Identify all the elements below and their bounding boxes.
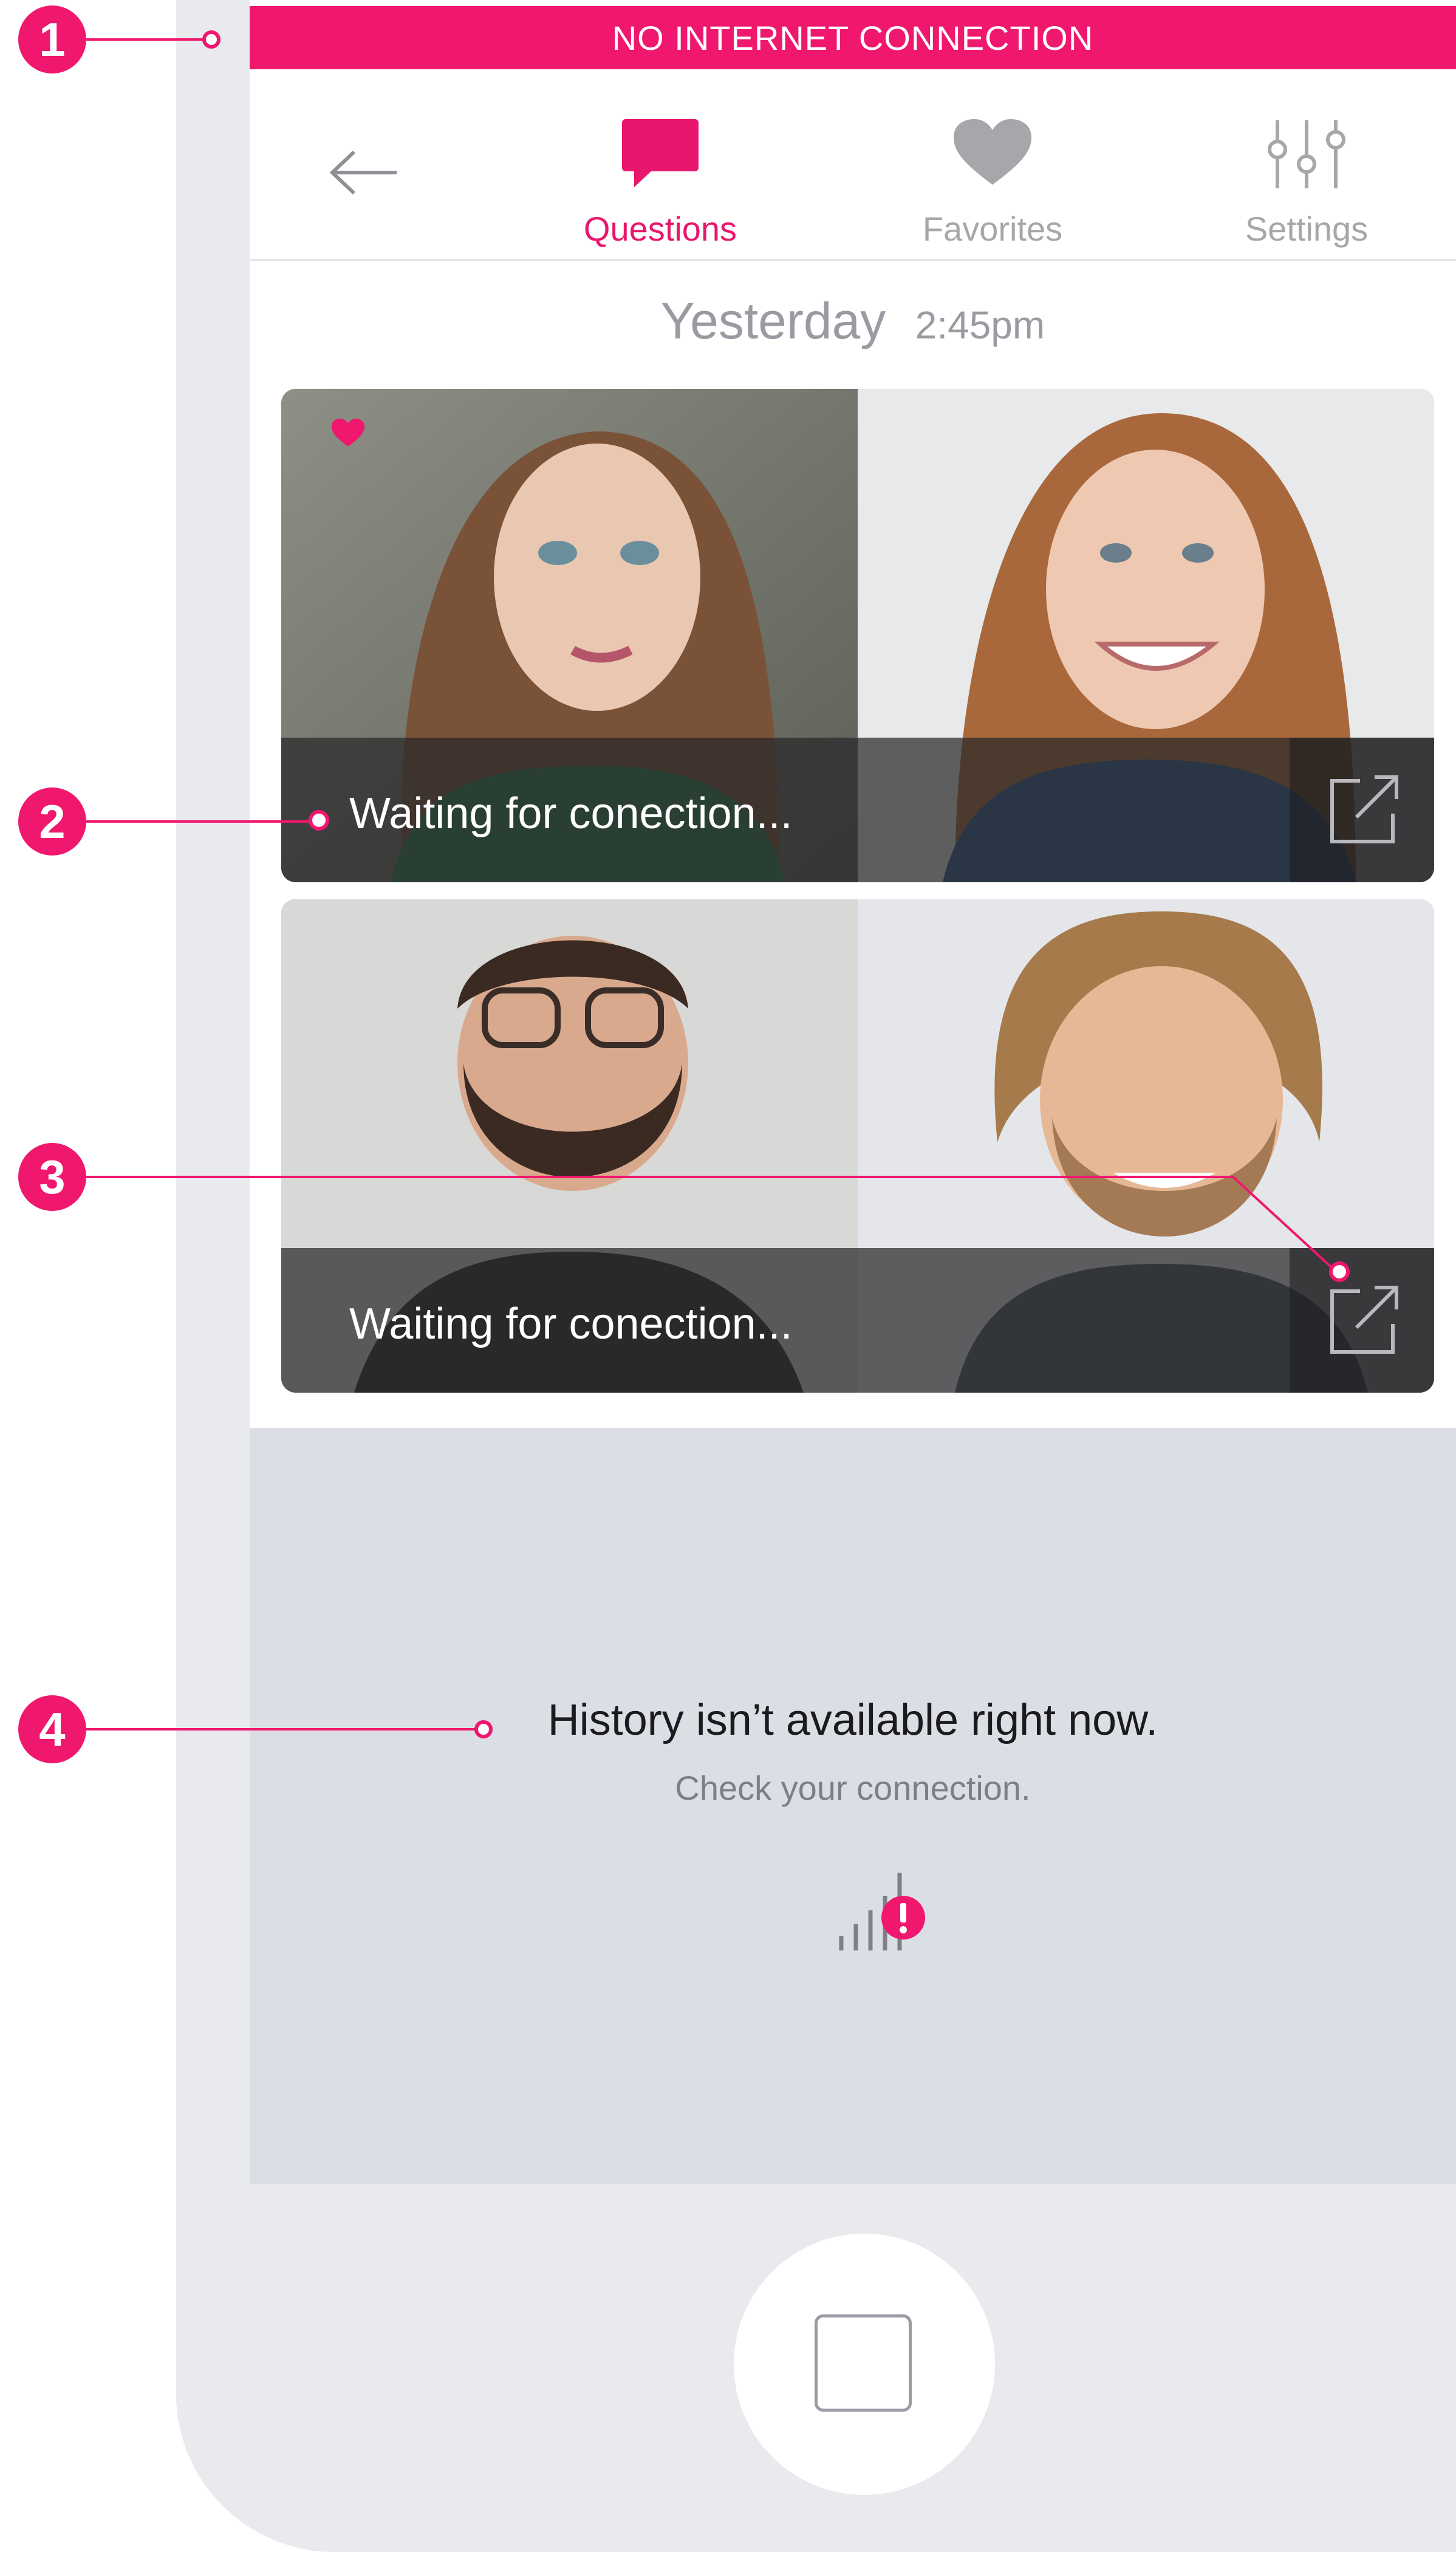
chat-bubble-icon bbox=[622, 119, 699, 187]
annotation-marker-3: 3 bbox=[18, 1143, 86, 1211]
annotation-leader-2 bbox=[86, 820, 314, 823]
external-link-icon[interactable] bbox=[1326, 1283, 1401, 1361]
connection-status: Waiting for conection... bbox=[349, 1300, 793, 1348]
favorited-heart-icon[interactable] bbox=[331, 418, 365, 450]
heart-icon bbox=[954, 119, 1031, 185]
tab-settings[interactable]: Settings bbox=[1215, 100, 1398, 248]
connection-status: Waiting for conection... bbox=[349, 789, 793, 838]
tab-questions[interactable]: Questions bbox=[569, 100, 751, 248]
annotation-dot-3 bbox=[1329, 1261, 1350, 1282]
sliders-icon bbox=[1268, 120, 1345, 188]
home-square-icon bbox=[815, 2314, 912, 2412]
date-day: Yesterday bbox=[660, 292, 886, 349]
home-button[interactable] bbox=[734, 2234, 995, 2495]
history-subtitle: Check your connection. bbox=[675, 1769, 1031, 1807]
external-link-icon[interactable] bbox=[1326, 772, 1401, 851]
annotation-leader-3 bbox=[86, 1176, 1338, 1273]
app-screen: NO INTERNET CONNECTION Questions Favorit… bbox=[250, 0, 1456, 2184]
feed-date-header: Yesterday 2:45pm bbox=[250, 292, 1456, 351]
annotation-leader-4 bbox=[86, 1728, 475, 1730]
history-title: History isn’t available right now. bbox=[547, 1696, 1158, 1744]
back-button[interactable] bbox=[327, 148, 400, 197]
arrow-left-icon bbox=[329, 150, 397, 195]
date-time: 2:45pm bbox=[915, 303, 1045, 347]
history-unavailable-panel: History isn’t available right now. Check… bbox=[250, 1428, 1456, 2184]
video-card[interactable]: Waiting for conection... bbox=[281, 389, 1434, 882]
tab-favorites[interactable]: Favorites bbox=[901, 100, 1084, 248]
tab-favorites-label: Favorites bbox=[922, 210, 1063, 248]
video-card[interactable]: Waiting for conection... bbox=[281, 899, 1434, 1393]
annotation-dot-1 bbox=[202, 30, 220, 49]
annotation-marker-4: 4 bbox=[18, 1695, 86, 1763]
signal-error-icon bbox=[835, 1871, 926, 1960]
annotation-dot-4 bbox=[474, 1720, 493, 1738]
tab-settings-label: Settings bbox=[1245, 210, 1369, 248]
annotation-leader-1 bbox=[86, 38, 204, 41]
top-navigation: Questions Favorites Settings bbox=[250, 69, 1456, 261]
annotation-marker-1: 1 bbox=[18, 5, 86, 74]
annotation-marker-2: 2 bbox=[18, 787, 86, 856]
annotation-dot-2 bbox=[309, 810, 329, 831]
no-connection-banner: NO INTERNET CONNECTION bbox=[250, 6, 1456, 69]
tab-questions-label: Questions bbox=[583, 210, 737, 248]
